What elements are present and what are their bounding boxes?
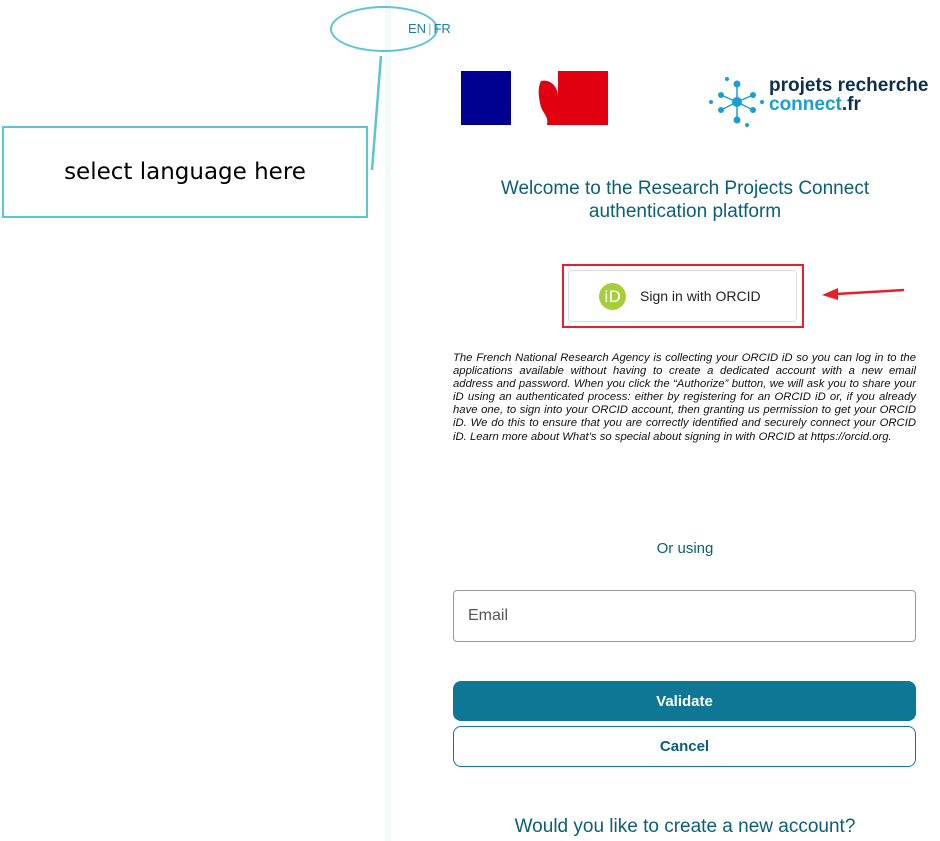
language-separator: | (428, 21, 432, 36)
projets-recherche-connect-logo: projets recherche connect.fr (707, 75, 940, 130)
language-fr-link[interactable]: FR (433, 21, 450, 36)
annotation-callout-text: select language here (64, 159, 306, 185)
annotation-callout: select language here (2, 126, 368, 218)
cancel-button[interactable]: Cancel (453, 726, 916, 767)
brand-connect: connect (769, 94, 842, 115)
page-title-line2: authentication platform (588, 201, 782, 222)
annotation-arrow-icon (822, 288, 905, 300)
create-account-link[interactable]: Would you like to create a new account? (455, 816, 915, 838)
page-title-line1: Welcome to the Research Projects Connect (500, 178, 870, 199)
network-dots-icon (709, 77, 764, 127)
annotation-highlight-box: iD Sign in with ORCID (562, 264, 804, 328)
sign-in-orcid-button[interactable]: iD Sign in with ORCID (568, 270, 797, 322)
sign-in-orcid-label: Sign in with ORCID (640, 288, 761, 304)
language-en-link[interactable]: EN (408, 21, 426, 36)
language-switcher: EN | FR (408, 21, 451, 36)
page-title: Welcome to the Research Projects Connect… (455, 177, 915, 223)
email-field[interactable] (453, 590, 916, 642)
orcid-id-icon: iD (599, 282, 626, 310)
french-republic-marianne-logo (461, 71, 608, 125)
brand-tld: .fr (841, 94, 861, 115)
or-using-label: Or using (656, 540, 714, 557)
validate-button[interactable]: Validate (453, 681, 916, 721)
orcid-disclaimer-text: The French National Research Agency is c… (453, 352, 916, 443)
brand-line2: connect.fr (769, 94, 861, 116)
